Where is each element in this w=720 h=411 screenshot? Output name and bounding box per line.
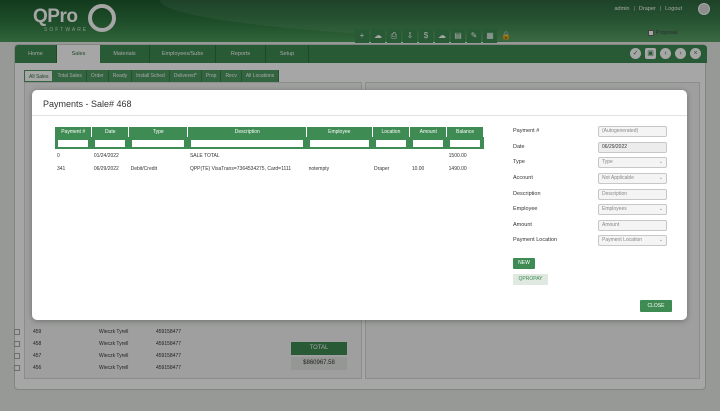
filter-type-input[interactable]: [132, 139, 185, 147]
payment-location-select-value: Payment Location: [602, 237, 643, 243]
col-description[interactable]: Description: [187, 127, 308, 137]
cell-payment-no: 0: [57, 152, 60, 159]
col-payment-no[interactable]: Payment #: [55, 127, 93, 137]
payments-table: Payment # Date Type Description Employee…: [55, 127, 484, 175]
modal-title: Payments - Sale# 468: [43, 99, 132, 109]
form-row-date: Date 06/29/2022: [513, 142, 673, 154]
cell-employee: [307, 149, 372, 162]
date-label: Date: [513, 144, 525, 150]
account-select[interactable]: Not Applicable ⌄: [598, 173, 667, 184]
cell-type: Debit/Credit: [130, 165, 158, 172]
col-type[interactable]: Type: [128, 127, 189, 137]
cell-date: 06/29/2022: [93, 165, 119, 172]
filter-location-input[interactable]: [375, 139, 407, 147]
qpropay-button[interactable]: QPROPAY: [513, 274, 548, 285]
table-row[interactable]: 0 01/24/2022 SALE TOTAL 1500.00: [55, 149, 484, 162]
type-label: Type: [513, 159, 525, 165]
cell-employee: notempty: [308, 165, 330, 172]
cell-description: QPP(TE) VisaTrans=7364534275, Card=1111: [189, 165, 292, 172]
payment-location-select[interactable]: Payment Location ⌄: [598, 235, 667, 246]
cell-payment-no: 341: [57, 165, 66, 172]
amount-input[interactable]: Amount: [598, 220, 667, 231]
employee-label: Employee: [513, 206, 538, 212]
filter-amount-input[interactable]: [413, 139, 444, 147]
filter-cell: [55, 137, 93, 149]
form-row-employee: Employee Employees ⌄: [513, 204, 673, 216]
cell-amount: [410, 149, 447, 162]
cell-date: 01/24/2022: [93, 152, 119, 159]
close-button[interactable]: CLOSE: [640, 300, 672, 312]
filter-cell: [409, 137, 448, 149]
cell-balance: 1500.00: [448, 152, 467, 159]
chevron-down-icon: ⌄: [658, 206, 663, 212]
employee-select[interactable]: Employees ⌄: [598, 204, 667, 215]
employee-select-value: Employees: [602, 206, 627, 212]
cell-type: [129, 149, 188, 162]
filter-cell: [187, 137, 308, 149]
filter-payment-no-input[interactable]: [58, 139, 89, 147]
form-row-account: Account Not Applicable ⌄: [513, 173, 673, 185]
chevron-down-icon: ⌄: [658, 159, 663, 165]
date-field[interactable]: 06/29/2022: [598, 142, 667, 153]
cell-description: SALE TOTAL: [189, 152, 220, 159]
filter-cell: [372, 137, 411, 149]
col-location[interactable]: Location: [372, 127, 411, 137]
col-employee[interactable]: Employee: [306, 127, 373, 137]
filter-row: [55, 137, 484, 149]
type-select-value: Type: [602, 159, 613, 165]
filter-cell: [306, 137, 373, 149]
payment-no-label: Payment #: [513, 128, 540, 134]
filter-employee-input[interactable]: [310, 139, 369, 147]
payments-modal: Payments - Sale# 468 Payment # Date Type…: [32, 90, 687, 320]
filter-cell: [446, 137, 484, 149]
cell-amount: 10.00: [411, 165, 425, 172]
description-label: Description: [513, 191, 541, 197]
form-row-payment-no: Payment # (Autogenerated): [513, 126, 673, 138]
cell-balance: 1490.00: [448, 165, 467, 172]
filter-cell: [91, 137, 130, 149]
type-select[interactable]: Type ⌄: [598, 157, 667, 168]
title-divider: [32, 115, 687, 116]
filter-cell: [128, 137, 189, 149]
payment-location-label: Payment Location: [513, 237, 558, 243]
form-row-location: Payment Location Payment Location ⌄: [513, 235, 673, 247]
col-date[interactable]: Date: [91, 127, 130, 137]
filter-date-input[interactable]: [95, 139, 126, 147]
form-row-amount: Amount Amount: [513, 220, 673, 232]
cell-location: Draper: [374, 165, 390, 172]
form-row-type: Type Type ⌄: [513, 157, 673, 169]
table-row[interactable]: 341 06/29/2022 Debit/Credit QPP(TE) Visa…: [55, 162, 484, 175]
table-header-row: Payment # Date Type Description Employee…: [55, 127, 484, 137]
payment-no-field: (Autogenerated): [598, 126, 667, 137]
form-row-description: Description Description: [513, 189, 673, 201]
col-balance[interactable]: Balance: [446, 127, 484, 137]
col-amount[interactable]: Amount: [409, 127, 448, 137]
amount-label: Amount: [513, 222, 532, 228]
chevron-down-icon: ⌄: [658, 237, 663, 243]
chevron-down-icon: ⌄: [658, 175, 663, 181]
filter-description-input[interactable]: [191, 139, 304, 147]
account-label: Account: [513, 175, 533, 181]
filter-balance-input[interactable]: [450, 139, 480, 147]
description-input[interactable]: Description: [598, 189, 667, 200]
new-button[interactable]: NEW: [513, 258, 535, 269]
cell-location: [372, 149, 410, 162]
account-select-value: Not Applicable: [602, 175, 634, 181]
